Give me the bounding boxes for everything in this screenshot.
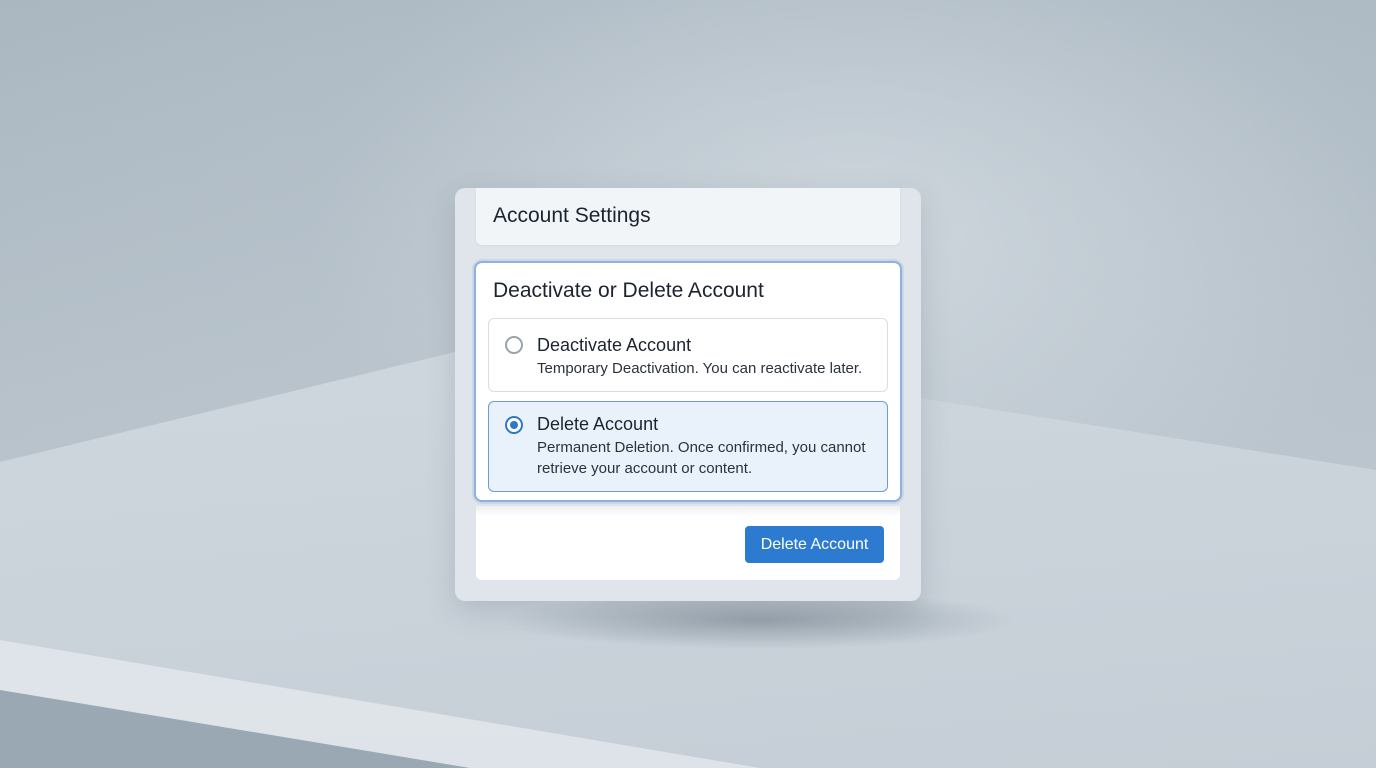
delete-option-label: Delete Account	[537, 414, 659, 434]
page-title: Account Settings	[493, 204, 651, 227]
deactivate-option-label: Deactivate Account	[537, 335, 692, 355]
settings-footer: Delete Account	[476, 506, 900, 580]
deactivate-radio-button[interactable]	[505, 336, 523, 354]
deactivate-option-description: Temporary Deactivation. You can reactiva…	[537, 360, 863, 377]
delete-account-button[interactable]: Delete Account	[745, 526, 884, 563]
delete-radio-button[interactable]	[505, 416, 523, 434]
deactivate-delete-card: Deactivate or Delete Account Deactivate …	[474, 261, 902, 502]
deactivate-account-option[interactable]: Deactivate Account Temporary Deactivatio…	[488, 318, 888, 392]
settings-header: Account Settings	[476, 188, 900, 245]
section-title: Deactivate or Delete Account	[493, 279, 764, 302]
delete-account-option[interactable]: Delete Account Permanent Deletion. Once …	[488, 401, 888, 492]
delete-option-description: Permanent Deletion. Once confirmed, you …	[537, 439, 866, 477]
